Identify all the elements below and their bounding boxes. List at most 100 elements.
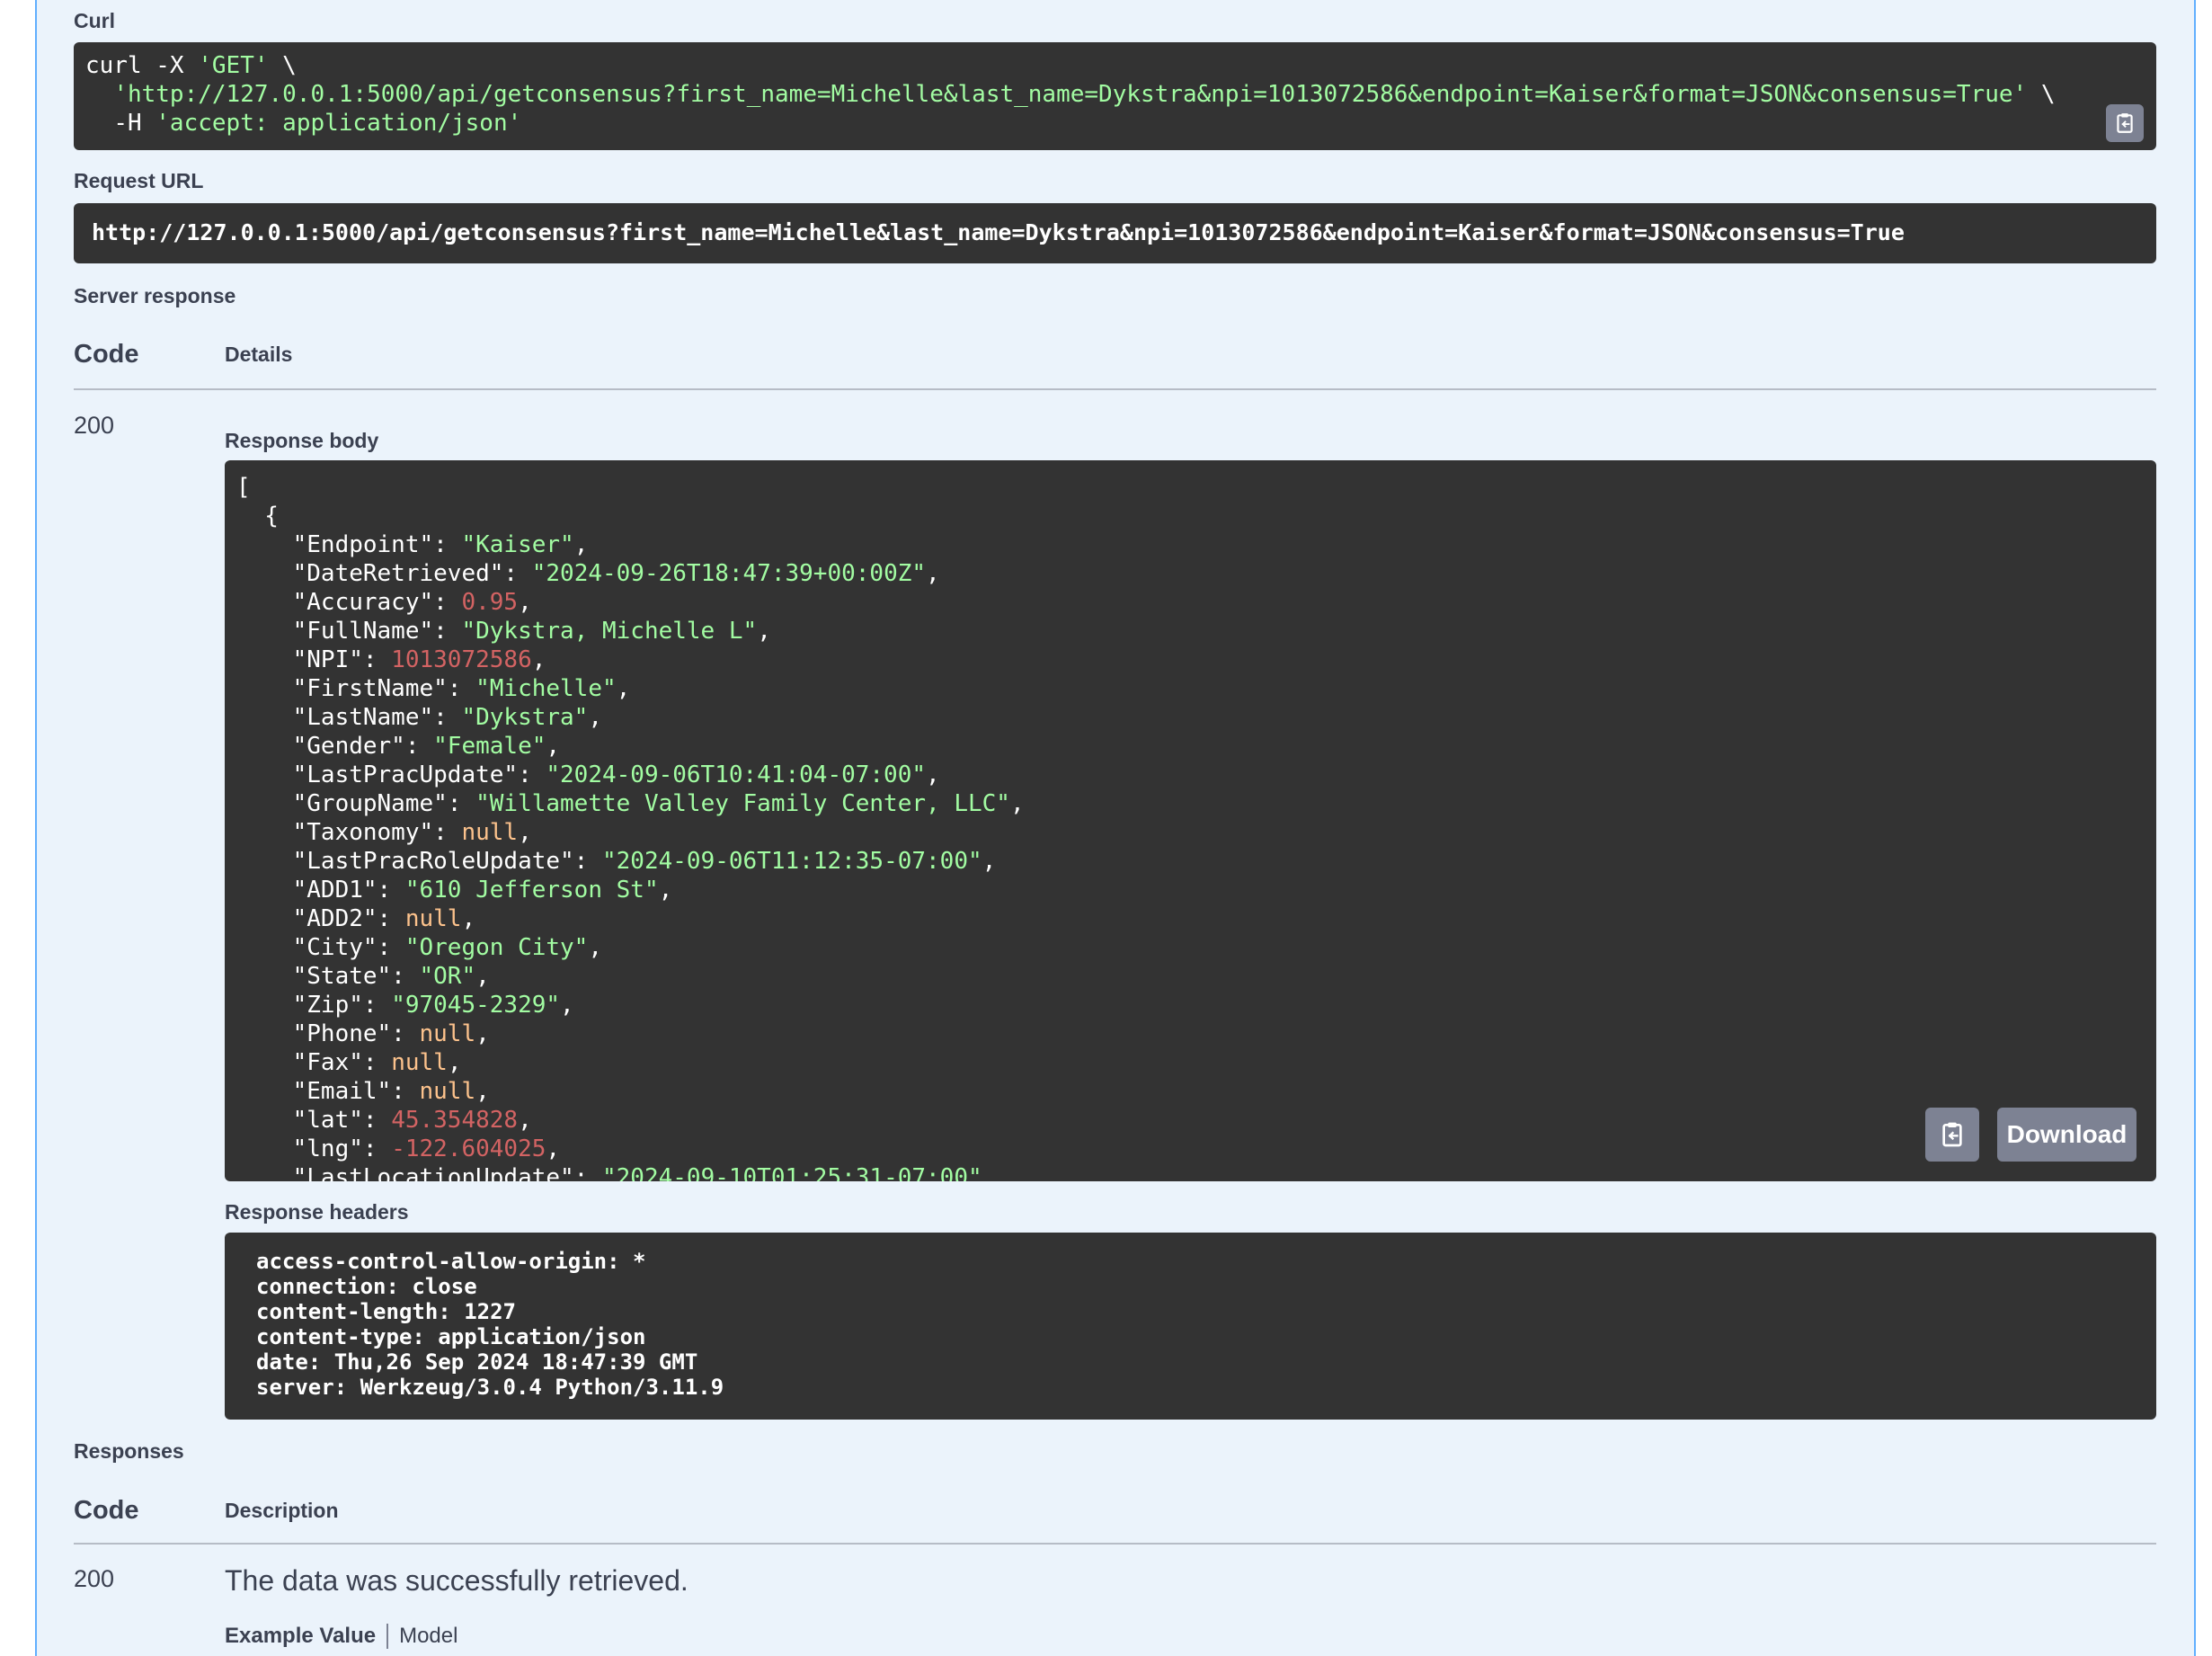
json-key: "LastLocationUpdate": (236, 1164, 602, 1181)
response-body-label: Response body (225, 429, 379, 452)
json-value: -122.604025 (391, 1135, 546, 1162)
json-value: "Michelle" (475, 675, 617, 702)
curl-code: curl -X 'GET' \ 'http://127.0.0.1:5000/a… (85, 52, 2056, 137)
json-value: null (461, 819, 519, 846)
responses-label: Responses (74, 1439, 184, 1463)
responses-divider (74, 1543, 2156, 1545)
json-value: null (419, 1078, 476, 1105)
json-value: "Willamette Valley Family Center, LLC" (475, 790, 1010, 817)
json-line: "FirstName": "Michelle", (236, 674, 1025, 703)
json-line: "Email": null, (236, 1077, 1025, 1106)
responses-description: The data was successfully retrieved. (225, 1564, 688, 1597)
json-key: "Endpoint": (236, 531, 462, 558)
json-value: "2024-09-06T11:12:35-07:00" (602, 848, 982, 875)
json-key: "LastName": (236, 704, 462, 731)
json-line: "FullName": "Dykstra, Michelle L", (236, 617, 1025, 645)
clipboard-icon (1942, 1122, 1962, 1147)
json-comma: , (475, 1020, 490, 1047)
response-header-line: connection: close (256, 1274, 477, 1299)
json-line: "City": "Oregon City", (236, 933, 1025, 962)
tab-model[interactable]: Model (399, 1624, 458, 1649)
request-url-block: http://127.0.0.1:5000/api/getconsensus?f… (74, 203, 2156, 263)
json-line: "Fax": null, (236, 1048, 1025, 1077)
json-value: "OR" (419, 963, 476, 990)
json-key: "LastPracRoleUpdate": (236, 848, 602, 875)
json-comma: , (588, 934, 602, 961)
json-key: "Email": (236, 1078, 420, 1105)
response-header-line: content-length: 1227 (256, 1299, 516, 1324)
json-line: "DateRetrieved": "2024-09-26T18:47:39+00… (236, 559, 1025, 588)
json-value: 1013072586 (391, 646, 532, 673)
json-comma: , (518, 819, 532, 846)
json-line: "Taxonomy": null, (236, 818, 1025, 847)
response-header-line: date: Thu,26 Sep 2024 18:47:39 GMT (256, 1349, 698, 1375)
json-line: "ADD2": null, (236, 904, 1025, 933)
response-headers-label: Response headers (225, 1200, 409, 1224)
json-key: "City": (236, 934, 405, 961)
json-key: "FirstName": (236, 675, 476, 702)
response-headers-code: access-control-allow-origin: * connection… (256, 1249, 724, 1400)
copy-response-button[interactable] (1925, 1108, 1979, 1162)
responses-code: 200 (74, 1565, 115, 1592)
request-url-value: http://127.0.0.1:5000/api/getconsensus?f… (92, 219, 1905, 245)
json-line: "ADD1": "610 Jefferson St", (236, 876, 1025, 904)
json-value: "Female" (433, 733, 546, 760)
json-value: null (404, 905, 462, 932)
json-comma: , (757, 618, 771, 645)
clipboard-icon (2117, 113, 2133, 133)
json-line: "NPI": 1013072586, (236, 645, 1025, 674)
server-response-code: 200 (74, 412, 115, 439)
server-response-label: Server response (74, 284, 236, 307)
response-header-line: content-type: application/json (256, 1324, 646, 1349)
json-comma: , (518, 1107, 532, 1134)
response-header-line: access-control-allow-origin: * (256, 1249, 646, 1274)
json-line: "lat": 45.354828, (236, 1106, 1025, 1135)
json-key: "FullName": (236, 618, 462, 645)
json-comma: , (616, 675, 631, 702)
json-line: "Zip": "97045-2329", (236, 991, 1025, 1019)
json-line: "GroupName": "Willamette Valley Family C… (236, 789, 1025, 818)
response-headers-block: access-control-allow-origin: * connection… (225, 1233, 2156, 1420)
json-comma: , (560, 992, 574, 1019)
json-comma: , (475, 1078, 490, 1105)
json-comma: , (546, 733, 561, 760)
json-value: "Kaiser" (461, 531, 574, 558)
curl-label: Curl (74, 9, 115, 32)
json-comma: , (531, 646, 546, 673)
json-value: "Oregon City" (404, 934, 589, 961)
json-line: "LastPracRoleUpdate": "2024-09-06T11:12:… (236, 847, 1025, 876)
json-line: "LastLocationUpdate": "2024-09-10T01:25:… (236, 1163, 1025, 1181)
server-code-header: Code (74, 340, 139, 369)
tab-example-value[interactable]: Example Value (225, 1624, 376, 1649)
json-line: "LastName": "Dykstra", (236, 703, 1025, 732)
json-line: "Phone": null, (236, 1019, 1025, 1048)
copy-curl-button[interactable] (2106, 104, 2144, 142)
json-comma: , (475, 963, 490, 990)
json-key: "ADD2": (236, 905, 405, 932)
curl-block: curl -X 'GET' \ 'http://127.0.0.1:5000/a… (74, 42, 2156, 150)
json-comma: , (447, 1049, 462, 1076)
json-value: "610 Jefferson St" (404, 877, 659, 904)
json-open-brace: { (236, 503, 279, 530)
json-comma: , (982, 848, 997, 875)
json-key: "Phone": (236, 1020, 420, 1047)
json-comma: , (546, 1135, 561, 1162)
json-open-bracket: [ (236, 474, 251, 501)
json-comma: , (573, 531, 589, 558)
json-key: "ADD1": (236, 877, 405, 904)
json-value: "Dykstra" (461, 704, 589, 731)
download-button[interactable]: Download (1997, 1108, 2136, 1162)
json-comma: , (588, 704, 602, 731)
response-body-code: [ { "Endpoint": "Kaiser", "DateRetrieved… (236, 473, 1025, 1181)
json-key: "State": (236, 963, 420, 990)
json-key: "Gender": (236, 733, 434, 760)
json-value: 45.354828 (391, 1107, 519, 1134)
json-line: "State": "OR", (236, 962, 1025, 991)
json-comma: , (518, 589, 532, 616)
json-key: "LastPracUpdate": (236, 761, 546, 788)
response-body-block: [ { "Endpoint": "Kaiser", "DateRetrieved… (225, 460, 2156, 1181)
json-line: "lng": -122.604025, (236, 1135, 1025, 1163)
json-value: "2024-09-26T18:47:39+00:00Z" (531, 560, 927, 587)
json-comma: , (1009, 790, 1025, 817)
json-key: "Zip": (236, 992, 392, 1019)
